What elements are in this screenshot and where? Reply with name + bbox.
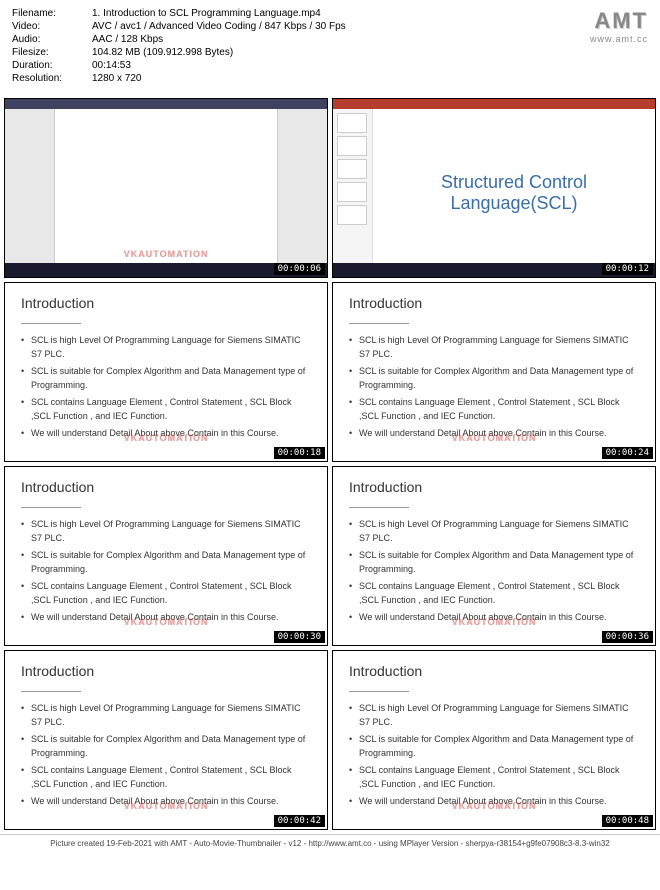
duration-value: 00:14:53 [92,60,648,71]
bullet-item: SCL is high Level Of Programming Languag… [349,702,639,729]
video-value: AVC / avc1 / Advanced Video Coding / 847… [92,21,648,32]
slide-heading: Introduction [21,295,311,311]
slide-heading: Introduction [21,479,311,495]
slide-heading: Introduction [21,663,311,679]
bullet-item: SCL is high Level Of Programming Languag… [21,702,311,729]
metadata-header: Filename:1. Introduction to SCL Programm… [0,0,660,94]
thumbnail-1: VKAUTOMATION 00:00:06 [4,98,328,278]
thumbnail-4: Introduction SCL is high Level Of Progra… [332,282,656,462]
bullet-item: SCL contains Language Element , Control … [21,396,311,423]
watermark: VKAUTOMATION [452,433,537,443]
bullet-item: SCL is high Level Of Programming Languag… [21,334,311,361]
timestamp: 00:00:06 [274,263,325,275]
audio-label: Audio: [12,34,92,45]
slide-heading: Introduction [349,295,639,311]
logo-text: AMT [590,8,648,34]
bullet-item: SCL is suitable for Complex Algorithm an… [21,733,311,760]
bullet-list: SCL is high Level Of Programming Languag… [349,334,639,441]
bullet-list: SCL is high Level Of Programming Languag… [21,334,311,441]
bullet-item: SCL is suitable for Complex Algorithm an… [349,365,639,392]
slide-title: Structured Control Language(SCL) [383,172,645,214]
timestamp: 00:00:42 [274,815,325,827]
filesize-value: 104.82 MB (109.912.998 Bytes) [92,47,648,58]
watermark: VKAUTOMATION [124,801,209,811]
thumbnail-grid: VKAUTOMATION 00:00:06 Structured Control… [0,94,660,834]
bullet-item: SCL contains Language Element , Control … [349,580,639,607]
thumbnail-3: Introduction SCL is high Level Of Progra… [4,282,328,462]
bullet-item: SCL contains Language Element , Control … [349,764,639,791]
bullet-list: SCL is high Level Of Programming Languag… [21,702,311,809]
timestamp: 00:00:48 [602,815,653,827]
timestamp: 00:00:18 [274,447,325,459]
timestamp: 00:00:36 [602,631,653,643]
resolution-value: 1280 x 720 [92,73,648,84]
filesize-label: Filesize: [12,47,92,58]
bullet-list: SCL is high Level Of Programming Languag… [21,518,311,625]
filename-value: 1. Introduction to SCL Programming Langu… [92,8,648,19]
logo-subtitle: www.amt.cc [590,34,648,44]
watermark: VKAUTOMATION [452,617,537,627]
powerpoint-screenshot: Structured Control Language(SCL) [333,99,655,277]
watermark: VKAUTOMATION [124,617,209,627]
thumbnail-6: Introduction SCL is high Level Of Progra… [332,466,656,646]
bullet-item: SCL is suitable for Complex Algorithm an… [21,549,311,576]
audio-value: AAC / 128 Kbps [92,34,648,45]
video-label: Video: [12,21,92,32]
resolution-label: Resolution: [12,73,92,84]
filename-label: Filename: [12,8,92,19]
bullet-item: SCL is suitable for Complex Algorithm an… [349,549,639,576]
bullet-item: SCL is high Level Of Programming Languag… [349,518,639,545]
bullet-item: SCL is high Level Of Programming Languag… [21,518,311,545]
bullet-list: SCL is high Level Of Programming Languag… [349,518,639,625]
thumbnail-7: Introduction SCL is high Level Of Progra… [4,650,328,830]
bullet-item: SCL contains Language Element , Control … [349,396,639,423]
timestamp: 00:00:30 [274,631,325,643]
slide-heading: Introduction [349,663,639,679]
duration-label: Duration: [12,60,92,71]
thumbnail-8: Introduction SCL is high Level Of Progra… [332,650,656,830]
bullet-item: SCL is suitable for Complex Algorithm an… [349,733,639,760]
bullet-item: SCL contains Language Element , Control … [21,764,311,791]
footer-text: Picture created 19-Feb-2021 with AMT - A… [0,834,660,852]
bullet-item: SCL is high Level Of Programming Languag… [349,334,639,361]
watermark: VKAUTOMATION [124,433,209,443]
bullet-item: SCL is suitable for Complex Algorithm an… [21,365,311,392]
watermark: VKAUTOMATION [452,801,537,811]
watermark: VKAUTOMATION [124,249,209,259]
amt-logo: AMT www.amt.cc [590,8,648,44]
thumbnail-5: Introduction SCL is high Level Of Progra… [4,466,328,646]
slide-heading: Introduction [349,479,639,495]
timestamp: 00:00:12 [602,263,653,275]
bullet-list: SCL is high Level Of Programming Languag… [349,702,639,809]
timestamp: 00:00:24 [602,447,653,459]
thumbnail-2: Structured Control Language(SCL) 00:00:1… [332,98,656,278]
bullet-item: SCL contains Language Element , Control … [21,580,311,607]
